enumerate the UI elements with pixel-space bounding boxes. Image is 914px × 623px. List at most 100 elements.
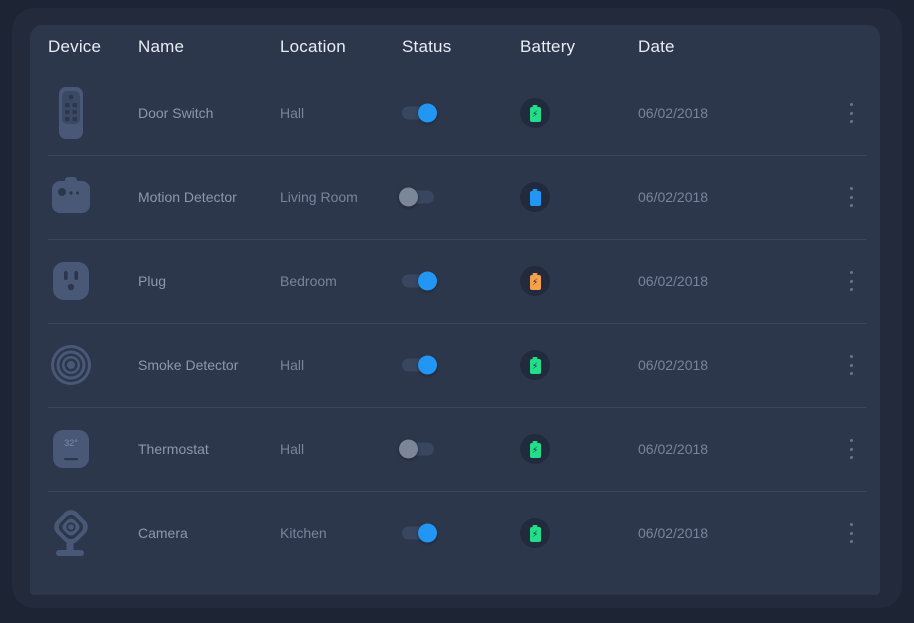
row-divider xyxy=(48,407,866,408)
battery-icon: ⚡ xyxy=(530,441,541,458)
status-toggle[interactable] xyxy=(402,443,434,456)
row-menu-cell[interactable] xyxy=(844,355,858,375)
menu-dot xyxy=(850,204,853,207)
menu-dot xyxy=(850,456,853,459)
device-name: Plug xyxy=(138,273,166,289)
status-toggle[interactable] xyxy=(402,107,434,120)
menu-dot xyxy=(850,103,853,106)
status-toggle-cell xyxy=(402,191,434,204)
device-icon-cell xyxy=(48,85,94,141)
toggle-knob xyxy=(399,188,418,207)
menu-dot xyxy=(850,448,853,451)
device-name: Door Switch xyxy=(138,105,213,121)
row-menu-icon[interactable] xyxy=(844,187,858,207)
menu-dot xyxy=(850,196,853,199)
battery-cell: ⚡ xyxy=(520,266,550,296)
device-name: Smoke Detector xyxy=(138,357,238,373)
row-menu-cell[interactable] xyxy=(844,439,858,459)
device-table-card: Device Name Location Status Battery Date xyxy=(30,25,880,595)
row-menu-icon[interactable] xyxy=(844,355,858,375)
menu-dot xyxy=(850,112,853,115)
device-name: Camera xyxy=(138,525,188,541)
battery-body: ⚡ xyxy=(530,107,541,122)
status-toggle[interactable] xyxy=(402,359,434,372)
battery-badge: ⚡ xyxy=(520,434,550,464)
battery-icon: ⚡ xyxy=(530,273,541,290)
battery-icon: ⚡ xyxy=(530,357,541,374)
status-toggle[interactable] xyxy=(402,191,434,204)
battery-cell: ⚡ xyxy=(520,350,550,380)
status-toggle-cell xyxy=(402,107,434,120)
remote-control-icon xyxy=(48,85,94,141)
menu-dot xyxy=(850,540,853,543)
battery-icon: ⚡ xyxy=(530,525,541,542)
battery-badge: ⚡ xyxy=(520,518,550,548)
battery-body: ⚡ xyxy=(530,443,541,458)
row-menu-icon[interactable] xyxy=(844,103,858,123)
device-icon-cell xyxy=(48,337,94,393)
table-row[interactable]: Plug Bedroom ⚡ 06/02/2018 xyxy=(30,239,880,323)
device-date: 06/02/2018 xyxy=(638,273,708,289)
device-date: 06/02/2018 xyxy=(638,441,708,457)
battery-cell: ⚡ xyxy=(520,98,550,128)
table-row[interactable]: 32° Thermostat Hall ⚡ 06/02/2018 xyxy=(30,407,880,491)
menu-dot xyxy=(850,523,853,526)
menu-dot xyxy=(850,288,853,291)
smoke-detector-icon xyxy=(48,337,94,393)
row-divider xyxy=(48,323,866,324)
device-location: Hall xyxy=(280,441,304,457)
table-row[interactable]: Door Switch Hall ⚡ 06/02/2018 xyxy=(30,71,880,155)
table-row[interactable]: Smoke Detector Hall ⚡ 06/02/2018 xyxy=(30,323,880,407)
battery-badge: ⚡ xyxy=(520,98,550,128)
device-date: 06/02/2018 xyxy=(638,189,708,205)
column-header-status: Status xyxy=(402,37,451,57)
menu-dot xyxy=(850,532,853,535)
column-header-date: Date xyxy=(638,37,675,57)
app-screen: Device Name Location Status Battery Date xyxy=(0,0,914,623)
row-menu-cell[interactable] xyxy=(844,103,858,123)
row-divider xyxy=(48,155,866,156)
status-toggle-cell xyxy=(402,359,434,372)
battery-cell: ⚡ xyxy=(520,434,550,464)
status-toggle-cell xyxy=(402,443,434,456)
status-toggle[interactable] xyxy=(402,275,434,288)
motion-detector-icon xyxy=(48,169,94,225)
row-menu-cell[interactable] xyxy=(844,523,858,543)
table-header: Device Name Location Status Battery Date xyxy=(30,25,880,71)
battery-icon xyxy=(530,189,541,206)
menu-dot xyxy=(850,271,853,274)
row-menu-icon[interactable] xyxy=(844,439,858,459)
row-menu-icon[interactable] xyxy=(844,523,858,543)
column-header-location: Location xyxy=(280,37,346,57)
row-menu-cell[interactable] xyxy=(844,271,858,291)
status-toggle[interactable] xyxy=(402,527,434,540)
svg-text:32°: 32° xyxy=(64,438,78,448)
table-body: Door Switch Hall ⚡ 06/02/2018 xyxy=(30,71,880,575)
device-location: Hall xyxy=(280,105,304,121)
menu-dot xyxy=(850,439,853,442)
thermostat-icon: 32° xyxy=(48,421,94,477)
battery-badge: ⚡ xyxy=(520,266,550,296)
status-toggle-cell xyxy=(402,275,434,288)
menu-dot xyxy=(850,372,853,375)
battery-icon: ⚡ xyxy=(530,105,541,122)
row-divider xyxy=(48,491,866,492)
status-toggle-cell xyxy=(402,527,434,540)
menu-dot xyxy=(850,120,853,123)
menu-dot xyxy=(850,280,853,283)
column-header-device: Device xyxy=(48,37,101,57)
device-location: Kitchen xyxy=(280,525,327,541)
device-name: Motion Detector xyxy=(138,189,237,205)
toggle-knob xyxy=(399,440,418,459)
camera-icon xyxy=(48,505,94,561)
battery-body xyxy=(530,191,541,206)
row-divider xyxy=(48,239,866,240)
menu-dot xyxy=(850,355,853,358)
battery-cell xyxy=(520,182,550,212)
battery-badge xyxy=(520,182,550,212)
table-row[interactable]: Camera Kitchen ⚡ 06/02/2018 xyxy=(30,491,880,575)
menu-dot xyxy=(850,187,853,190)
row-menu-icon[interactable] xyxy=(844,271,858,291)
row-menu-cell[interactable] xyxy=(844,187,858,207)
table-row[interactable]: Motion Detector Living Room 06/02/2018 xyxy=(30,155,880,239)
